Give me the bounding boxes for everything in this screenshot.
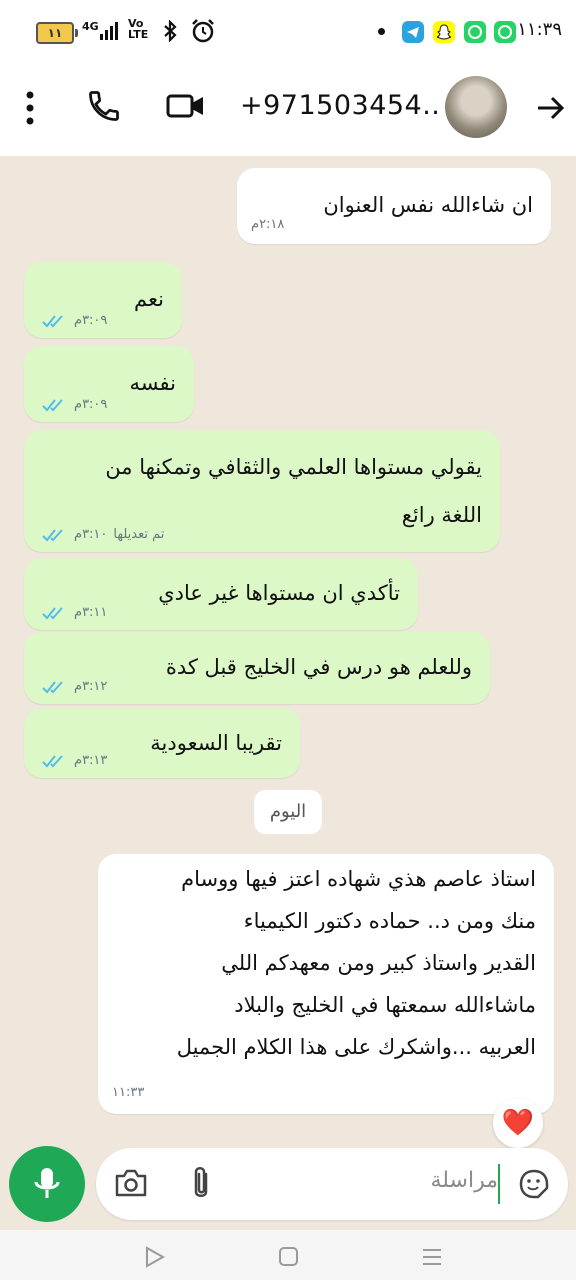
message-bubble[interactable]: تأكدي ان مستواها غير عادي ٣:١١م: [24, 558, 418, 630]
video-icon[interactable]: [166, 90, 206, 122]
system-nav-bar: [0, 1230, 576, 1280]
network-type: 4G: [82, 20, 99, 33]
message-bubble[interactable]: وللعلم هو درس في الخليج قبل كدة ٣:١٢م: [24, 632, 490, 704]
alarm-icon: [192, 19, 214, 43]
message-bubble[interactable]: نفسه ٣:٠٩م: [24, 346, 194, 422]
bluetooth-icon: [164, 20, 177, 42]
edited-label: تم تعديلها: [113, 527, 165, 542]
message-meta: ٣:٠٩م: [42, 397, 107, 412]
nav-back-icon[interactable]: [144, 1246, 166, 1268]
message-time: ٣:٠٩م: [74, 397, 108, 412]
heart-reaction-icon[interactable]: ❤️: [493, 1098, 543, 1148]
whatsapp-icon-2: [494, 21, 516, 43]
message-meta: ٢:١٨م: [251, 217, 284, 232]
message-placeholder: مراسلة: [430, 1168, 498, 1193]
message-input[interactable]: مراسلة: [96, 1148, 568, 1220]
back-arrow-icon[interactable]: [534, 92, 566, 124]
mic-icon: [34, 1168, 60, 1198]
telegram-icon: [402, 21, 424, 43]
snapchat-icon: [433, 21, 455, 43]
message-text: ماشاءالله سمعتها في الخليج والبلاد: [234, 993, 536, 1017]
message-text: استاذ عاصم هذي شهاده اعتز فيها ووسام: [181, 867, 536, 891]
message-meta: ٣:١٣م: [42, 753, 107, 768]
message-list[interactable]: ان شاءالله نفس العنوان ٢:١٨م نعم ٣:٠٩م ن…: [0, 156, 576, 1224]
message-text: نفسه: [129, 371, 176, 395]
read-ticks-icon: [42, 754, 63, 767]
date-divider: اليوم: [254, 790, 322, 834]
message-meta: ١١:٣٣: [112, 1085, 144, 1100]
message-text: القدير واستاذ كبير ومن معهدكم اللي: [221, 951, 536, 975]
sticker-icon[interactable]: [518, 1168, 550, 1200]
message-time: ٣:١٠م: [74, 527, 108, 542]
attach-icon[interactable]: [188, 1164, 214, 1204]
more-vert-icon[interactable]: [18, 90, 42, 126]
message-bubble[interactable]: يقولي مستواها العلمي والثقافي وتمكنها من…: [24, 430, 500, 552]
read-ticks-icon: [42, 398, 63, 411]
message-text: منك ومن د.. حماده دكتور الكيمياء: [243, 909, 536, 933]
contact-name[interactable]: +971503454..: [240, 90, 440, 121]
battery-icon: ١١: [36, 22, 78, 44]
read-ticks-icon: [42, 528, 63, 541]
clock: ١١:٣٩: [517, 19, 562, 40]
read-ticks-icon: [42, 606, 63, 619]
read-ticks-icon: [42, 314, 63, 327]
message-text: ان شاءالله نفس العنوان: [323, 193, 533, 217]
message-text: العربيه ...واشكرك على هذا الكلام الجميل: [176, 1035, 536, 1059]
message-bubble[interactable]: استاذ عاصم هذي شهاده اعتز فيها ووسام منك…: [98, 854, 554, 1114]
message-bubble[interactable]: تقريبا السعودية ٣:١٣م: [24, 708, 300, 778]
message-meta: ٣:٠٩م: [42, 313, 107, 328]
message-time: ٣:٠٩م: [74, 313, 108, 328]
message-time: ٣:١٣م: [74, 753, 108, 768]
message-time: ١١:٣٣: [112, 1085, 145, 1100]
message-text: نعم: [134, 287, 164, 311]
message-time: ٣:١١م: [74, 605, 108, 620]
message-meta: ٣:١٠م تم تعديلها: [42, 527, 164, 542]
volte-indicator: Vo LTE: [128, 17, 149, 41]
signal-icon: [100, 22, 118, 40]
chat-header: +971503454..: [0, 62, 576, 156]
message-bubble[interactable]: ان شاءالله نفس العنوان ٢:١٨م: [237, 168, 551, 244]
message-meta: ٣:١٢م: [42, 679, 107, 694]
message-bubble[interactable]: نعم ٣:٠٩م: [24, 262, 182, 338]
message-time: ٣:١٢م: [74, 679, 108, 694]
message-time: ٢:١٨م: [251, 217, 285, 232]
message-text: وللعلم هو درس في الخليج قبل كدة: [165, 655, 472, 679]
camera-icon[interactable]: [114, 1168, 148, 1198]
battery-level: ١١: [47, 26, 63, 40]
nav-recents-icon[interactable]: [421, 1247, 443, 1267]
mic-button[interactable]: [9, 1146, 85, 1222]
avatar[interactable]: [445, 76, 507, 138]
notification-dot: [378, 28, 385, 35]
nav-home-icon[interactable]: [278, 1246, 300, 1268]
message-meta: ٣:١١م: [42, 605, 107, 620]
message-text: تأكدي ان مستواها غير عادي: [158, 581, 400, 605]
read-ticks-icon: [42, 680, 63, 693]
text-cursor: [498, 1164, 500, 1204]
phone-icon[interactable]: [86, 88, 122, 124]
message-text: تقريبا السعودية: [150, 731, 282, 755]
message-text: يقولي مستواها العلمي والثقافي وتمكنها من: [105, 455, 482, 479]
whatsapp-icon: [464, 21, 486, 43]
message-text: اللغة رائع: [401, 503, 482, 527]
status-bar: ١١ 4G Vo LTE ١١:٣٩: [0, 0, 576, 62]
